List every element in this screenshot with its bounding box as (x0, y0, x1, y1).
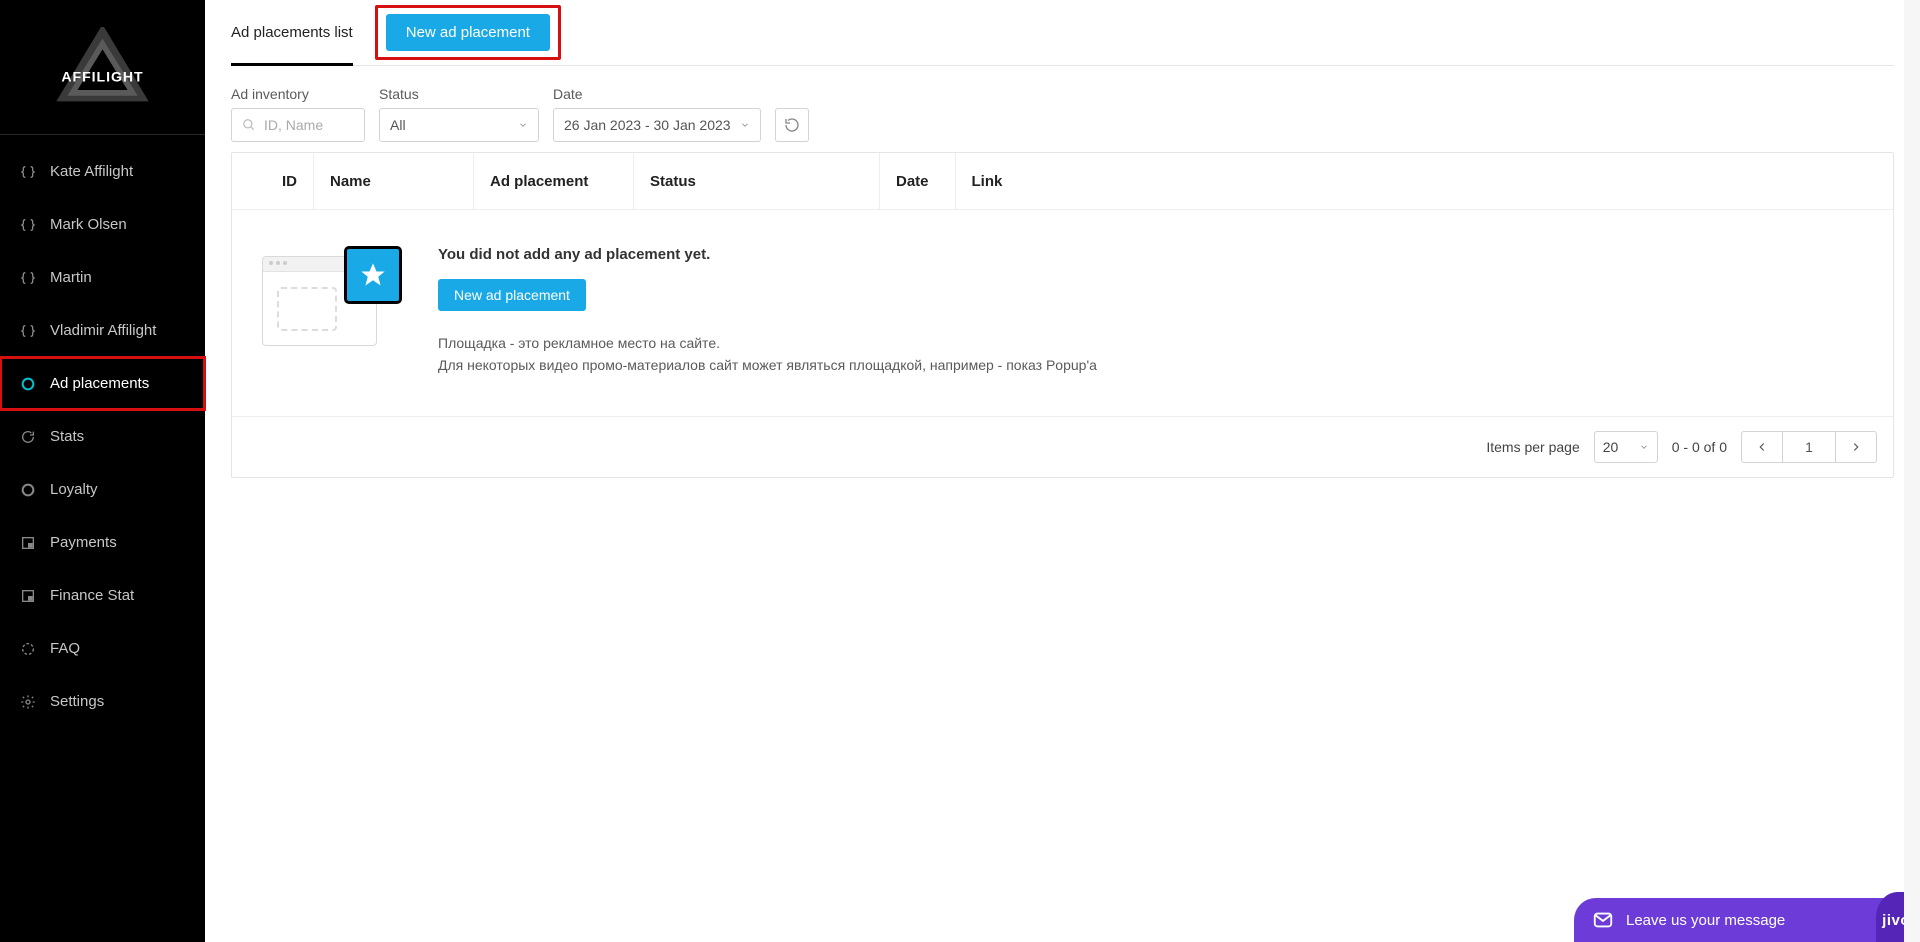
sidebar-item-martin[interactable]: Martin (0, 251, 205, 304)
ad-inventory-input-wrap[interactable] (231, 108, 365, 142)
sidebar-item-label: FAQ (50, 640, 80, 657)
empty-state: You did not add any ad placement yet. Ne… (232, 209, 1893, 416)
sidebar-item-loyalty[interactable]: Loyalty (0, 463, 205, 516)
th-name: Name (314, 153, 474, 209)
empty-new-ad-placement-button[interactable]: New ad placement (438, 279, 586, 311)
sidebar-item-mark-olsen[interactable]: Mark Olsen (0, 198, 205, 251)
braces-icon (20, 323, 36, 339)
braces-icon (20, 270, 36, 286)
empty-desc-line: Площадка - это рекламное место на сайте. (438, 333, 1863, 355)
logo: AFFILIGHT (0, 0, 205, 135)
th-link: Link (956, 153, 1893, 209)
filter-ad-inventory: Ad inventory (231, 86, 365, 142)
ad-inventory-input[interactable] (264, 117, 354, 133)
sidebar-item-label: Loyalty (50, 481, 98, 498)
filter-date: Date 26 Jan 2023 - 30 Jan 2023 (553, 86, 761, 142)
pagination-range: 0 - 0 of 0 (1672, 439, 1727, 455)
chat-widget[interactable]: Leave us your message jivo (1574, 898, 1920, 942)
empty-desc-line: Для некоторых видео промо-материалов сай… (438, 355, 1863, 377)
pagination: Items per page 20 0 - 0 of 0 1 (232, 416, 1893, 477)
chat-brand: jivo (1882, 912, 1910, 929)
sidebar-item-kate-affilight[interactable]: Kate Affilight (0, 145, 205, 198)
sidebar-item-label: Finance Stat (50, 587, 134, 604)
star-icon (344, 246, 402, 304)
sidebar-item-settings[interactable]: Settings (0, 675, 205, 728)
sidebar-item-vladimir-affilight[interactable]: Vladimir Affilight (0, 304, 205, 357)
field-label: Ad inventory (231, 86, 365, 102)
status-select[interactable]: All (379, 108, 539, 142)
main-content: Ad placements list New ad placement Ad i… (205, 0, 1920, 518)
chevron-left-icon (1755, 440, 1769, 454)
status-value: All (390, 117, 406, 133)
braces-icon (20, 217, 36, 233)
ring-icon (20, 482, 36, 498)
highlight-box: New ad placement (375, 5, 561, 60)
items-per-page-value: 20 (1603, 439, 1619, 455)
next-page-button[interactable] (1835, 431, 1877, 463)
sidebar-item-label: Mark Olsen (50, 216, 127, 233)
chevron-down-icon (1639, 442, 1649, 452)
circle-dashed-icon (20, 641, 36, 657)
chevron-down-icon (740, 120, 750, 130)
brand-logo-icon: AFFILIGHT (55, 27, 150, 107)
braces-icon (20, 164, 36, 180)
items-per-page-select[interactable]: 20 (1594, 431, 1658, 463)
empty-illustration (262, 246, 402, 356)
sidebar-item-ad-placements[interactable]: Ad placements (0, 357, 205, 410)
square-dot-icon (20, 588, 36, 604)
empty-title: You did not add any ad placement yet. (438, 246, 1863, 263)
mail-icon (1592, 909, 1614, 931)
field-label: Date (553, 86, 761, 102)
pagination-controls: 1 (1741, 431, 1877, 463)
sidebar: AFFILIGHT Kate Affilight Mark Olsen Mart… (0, 0, 205, 942)
sidebar-item-label: Settings (50, 693, 104, 710)
sidebar-item-stats[interactable]: Stats (0, 410, 205, 463)
sidebar-item-payments[interactable]: Payments (0, 516, 205, 569)
date-range-picker[interactable]: 26 Jan 2023 - 30 Jan 2023 (553, 108, 761, 142)
sidebar-item-label: Payments (50, 534, 117, 551)
sidebar-item-finance-stat[interactable]: Finance Stat (0, 569, 205, 622)
sidebar-nav: Kate Affilight Mark Olsen Martin Vladimi… (0, 145, 205, 728)
th-status: Status (634, 153, 880, 209)
current-page[interactable]: 1 (1782, 431, 1836, 463)
items-per-page-label: Items per page (1486, 439, 1579, 455)
search-icon (242, 118, 256, 132)
date-value: 26 Jan 2023 - 30 Jan 2023 (564, 117, 731, 133)
chat-label: Leave us your message (1626, 912, 1785, 929)
sidebar-item-faq[interactable]: FAQ (0, 622, 205, 675)
field-label: Status (379, 86, 539, 102)
square-dot-icon (20, 535, 36, 551)
sidebar-item-label: Martin (50, 269, 92, 286)
th-ad-placement: Ad placement (474, 153, 634, 209)
sidebar-item-label: Kate Affilight (50, 163, 133, 180)
table-header-row: ID Name Ad placement Status Date Link (232, 153, 1893, 209)
new-ad-placement-button[interactable]: New ad placement (386, 14, 550, 51)
prev-page-button[interactable] (1741, 431, 1783, 463)
ring-icon (20, 376, 36, 392)
tab-ad-placements-list[interactable]: Ad placements list (231, 0, 353, 65)
filter-status: Status All (379, 86, 539, 142)
empty-text: You did not add any ad placement yet. Ne… (438, 246, 1863, 376)
placements-table: ID Name Ad placement Status Date Link Yo… (231, 152, 1894, 478)
sidebar-item-label: Ad placements (50, 375, 149, 392)
filters: Ad inventory Status All Date 26 Jan 2023… (231, 86, 1894, 142)
undo-icon (784, 117, 800, 133)
th-date: Date (880, 153, 956, 209)
chevron-down-icon (518, 120, 528, 130)
tabs: Ad placements list New ad placement (231, 0, 1894, 66)
chevron-right-icon (1849, 440, 1863, 454)
reset-filters-button[interactable] (775, 108, 809, 142)
gear-icon (20, 694, 36, 710)
sidebar-item-label: Vladimir Affilight (50, 322, 156, 339)
refresh-icon (20, 429, 36, 445)
th-id: ID (232, 153, 314, 209)
sidebar-item-label: Stats (50, 428, 84, 445)
svg-text:AFFILIGHT: AFFILIGHT (61, 69, 143, 85)
tab-label: Ad placements list (231, 24, 353, 41)
